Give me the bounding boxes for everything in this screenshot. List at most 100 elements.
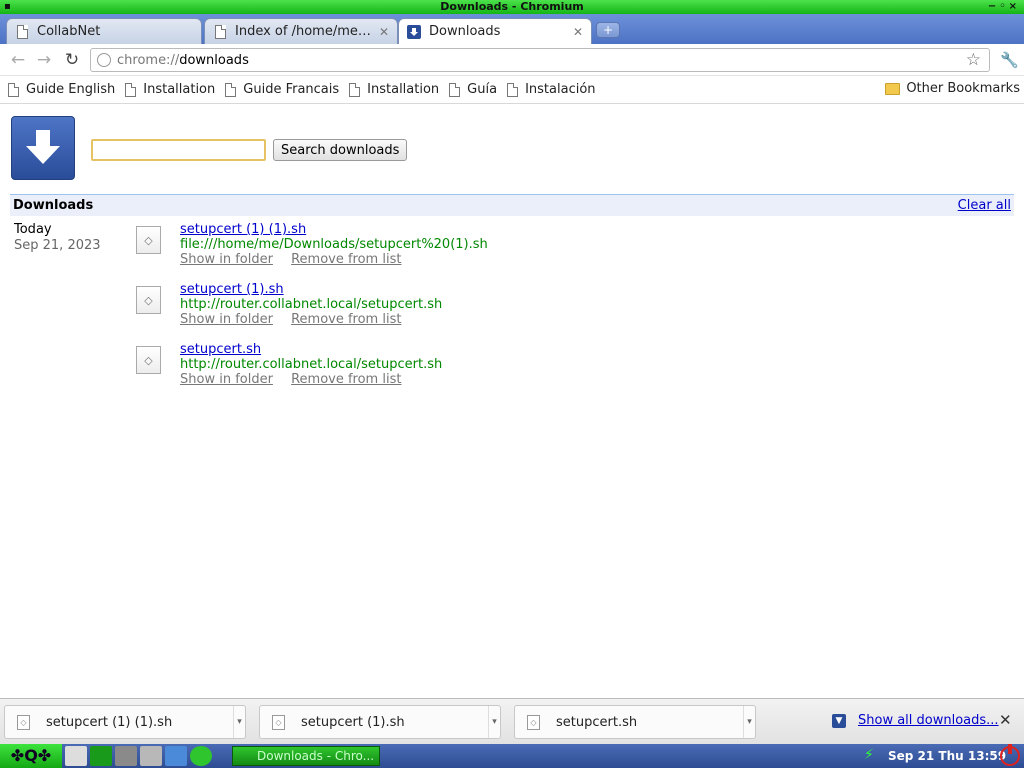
tab-index[interactable]: Index of /home/me/D… ✕ xyxy=(204,18,398,44)
file-name-link[interactable]: setupcert.sh xyxy=(180,342,261,357)
show-in-folder-link[interactable]: Show in folder xyxy=(180,372,273,387)
bookmark-item[interactable]: Guía xyxy=(449,82,497,97)
window-titlebar: ▪ Downloads - Chromium −◦× xyxy=(0,0,1024,14)
page-icon xyxy=(449,82,461,97)
page-icon xyxy=(507,82,519,97)
show-in-folder-link[interactable]: Show in folder xyxy=(180,252,273,267)
show-in-folder-link[interactable]: Show in folder xyxy=(180,312,273,327)
bookmark-item[interactable]: Guide English xyxy=(8,82,115,97)
tab-strip: CollabNet Index of /home/me/D… ✕ Downloa… xyxy=(0,14,1024,44)
clock: Sep 21 Thu 13:59 xyxy=(888,749,1007,763)
download-item: ◇ setupcert.sh http://router.collabnet.l… xyxy=(136,342,736,398)
bookmark-item[interactable]: Instalación xyxy=(507,82,596,97)
window-menu-icon[interactable]: ▪ xyxy=(4,0,11,14)
page-icon xyxy=(349,82,361,97)
show-all-downloads: ▼ Show all downloads... xyxy=(832,713,999,728)
file-name-link[interactable]: setupcert (1) (1).sh xyxy=(180,222,306,237)
close-icon[interactable]: ✕ xyxy=(573,25,583,39)
date-group: Today Sep 21, 2023 xyxy=(14,222,101,253)
q-icon[interactable] xyxy=(190,746,212,766)
shelf-item[interactable]: ◇ setupcert (1).sh ▾ xyxy=(259,705,501,739)
file-url: http://router.collabnet.local/setupcert.… xyxy=(180,357,443,372)
wrench-icon[interactable]: 🔧 xyxy=(1000,51,1019,69)
remove-from-list-link[interactable]: Remove from list xyxy=(291,312,401,327)
reload-icon[interactable]: ↻ xyxy=(62,50,82,70)
file-name-link[interactable]: setupcert (1).sh xyxy=(180,282,284,297)
shelf-item-label: setupcert.sh xyxy=(556,714,638,730)
bookmarks-bar: Guide English Installation Guide Francai… xyxy=(0,76,1024,104)
downloads-header: Downloads Clear all xyxy=(10,194,1014,216)
date-today: Today xyxy=(14,222,52,237)
settings-icon[interactable] xyxy=(115,746,137,766)
address-bar[interactable]: chrome://downloads ☆ xyxy=(90,48,990,72)
folder-icon xyxy=(885,82,901,95)
download-shelf: ◇ setupcert (1) (1).sh ▾ ◇ setupcert (1)… xyxy=(0,698,1024,744)
shelf-item-label: setupcert (1) (1).sh xyxy=(46,714,173,730)
file-url: http://router.collabnet.local/setupcert.… xyxy=(180,297,443,312)
file-icon: ◇ xyxy=(272,714,285,730)
clear-all-link[interactable]: Clear all xyxy=(958,198,1011,213)
mail-icon[interactable] xyxy=(140,746,162,766)
files-icon[interactable] xyxy=(90,746,112,766)
file-url: file:///home/me/Downloads/setupcert%20(1… xyxy=(180,237,488,252)
file-icon: ◇ xyxy=(136,286,161,314)
new-tab-button[interactable]: + xyxy=(596,22,620,38)
downloads-page: Search downloads Downloads Clear all Tod… xyxy=(0,105,1024,698)
chevron-down-icon[interactable]: ▾ xyxy=(233,706,245,738)
forward-icon[interactable]: → xyxy=(34,50,54,70)
search-downloads-button[interactable]: Search downloads xyxy=(273,139,408,161)
globe-icon xyxy=(97,53,111,67)
chevron-down-icon[interactable]: ▾ xyxy=(488,706,500,738)
date-value: Sep 21, 2023 xyxy=(14,238,101,253)
search-input[interactable] xyxy=(91,139,266,161)
taskbar: ✤Q✤ Downloads - Chro... ⚡ Sep 21 Thu 13:… xyxy=(0,744,1024,768)
page-icon xyxy=(15,24,29,39)
url-host: downloads xyxy=(179,52,249,68)
close-icon[interactable]: ✕ xyxy=(999,711,1012,729)
back-icon[interactable]: ← xyxy=(8,50,28,70)
task-label: Downloads - Chro... xyxy=(257,749,375,763)
shelf-item[interactable]: ◇ setupcert (1) (1).sh ▾ xyxy=(4,705,246,739)
download-item: ◇ setupcert (1) (1).sh file:///home/me/D… xyxy=(136,222,736,278)
tab-label: Index of /home/me/D… xyxy=(235,24,373,39)
shelf-item-label: setupcert (1).sh xyxy=(301,714,405,730)
file-icon: ◇ xyxy=(136,226,161,254)
tab-collabnet[interactable]: CollabNet xyxy=(6,18,202,44)
page-icon xyxy=(225,82,237,97)
file-icon: ◇ xyxy=(527,714,540,730)
remove-from-list-link[interactable]: Remove from list xyxy=(291,252,401,267)
tab-downloads[interactable]: Downloads ✕ xyxy=(398,18,592,44)
power-icon[interactable] xyxy=(1000,744,1020,766)
network-icon[interactable]: ⚡ xyxy=(864,747,880,765)
page-icon xyxy=(8,82,19,97)
download-icon xyxy=(407,24,421,39)
other-bookmarks[interactable]: Other Bookmarks xyxy=(885,81,1020,96)
url-scheme: chrome:// xyxy=(117,52,180,68)
window-title: Downloads - Chromium xyxy=(440,0,584,13)
terminal-icon[interactable] xyxy=(65,746,87,766)
toolbar: ← → ↻ chrome://downloads ☆ 🔧 xyxy=(0,44,1024,76)
close-icon[interactable]: ✕ xyxy=(379,25,389,39)
file-icon: ◇ xyxy=(136,346,161,374)
bookmark-item[interactable]: Installation xyxy=(125,82,215,97)
bookmark-item[interactable]: Installation xyxy=(349,82,439,97)
download-icon[interactable] xyxy=(165,746,187,766)
page-icon xyxy=(125,82,137,97)
chevron-down-icon[interactable]: ▾ xyxy=(743,706,755,738)
download-icon: ▼ xyxy=(832,713,846,728)
download-item: ◇ setupcert (1).sh http://router.collabn… xyxy=(136,282,736,338)
launcher-button[interactable]: ✤Q✤ xyxy=(0,744,62,768)
section-title: Downloads xyxy=(13,198,94,213)
star-icon[interactable]: ☆ xyxy=(966,50,981,70)
page-icon xyxy=(213,24,227,39)
window-controls[interactable]: −◦× xyxy=(988,0,1020,14)
show-all-downloads-link[interactable]: Show all downloads... xyxy=(858,713,999,728)
taskbar-task-chromium[interactable]: Downloads - Chro... xyxy=(232,746,380,766)
shelf-item[interactable]: ◇ setupcert.sh ▾ xyxy=(514,705,756,739)
file-icon: ◇ xyxy=(17,714,30,730)
tab-label: Downloads xyxy=(429,24,501,39)
tab-label: CollabNet xyxy=(37,24,101,39)
bookmark-item[interactable]: Guide Francais xyxy=(225,82,339,97)
download-logo-icon xyxy=(11,116,75,180)
remove-from-list-link[interactable]: Remove from list xyxy=(291,372,401,387)
